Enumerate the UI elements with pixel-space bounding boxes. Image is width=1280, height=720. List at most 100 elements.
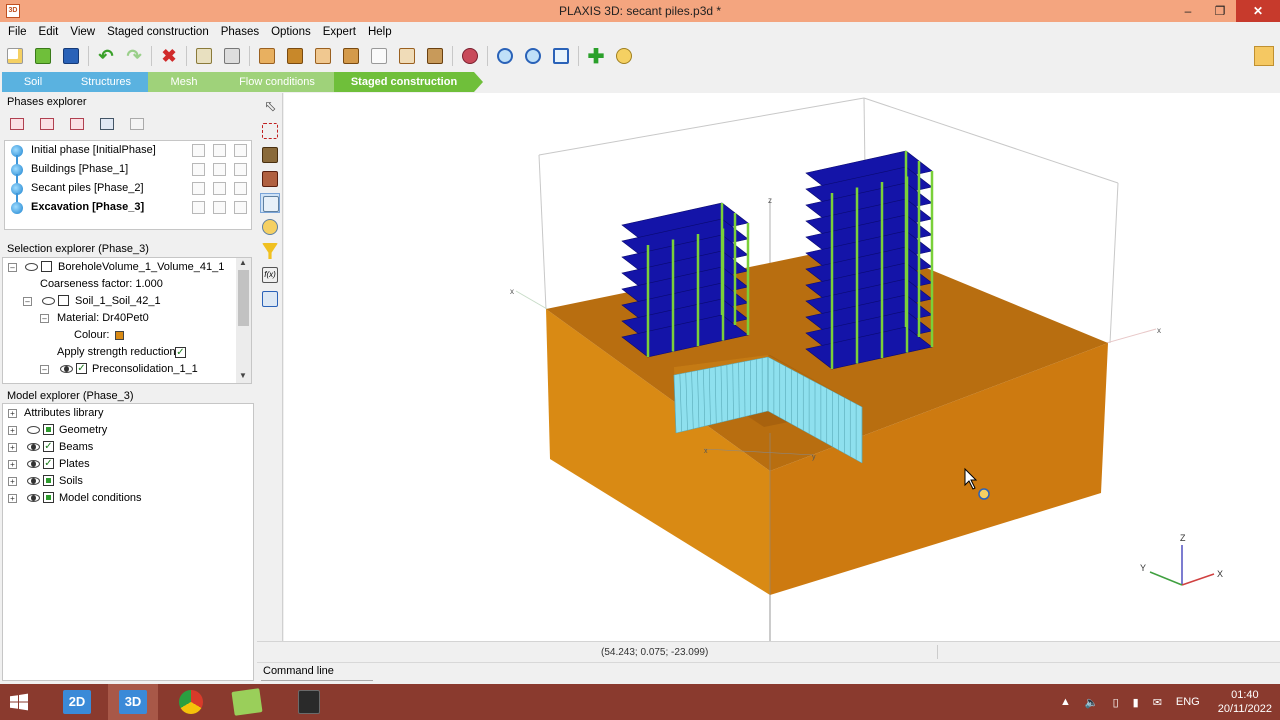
tree-row-preconsolidation[interactable]: – ✓ Preconsolidation_1_1	[3, 361, 238, 378]
open-project-button[interactable]	[32, 45, 54, 67]
building-right[interactable]	[805, 150, 934, 370]
hint-lightbulb-icon[interactable]	[978, 488, 990, 500]
command-line-panel[interactable]: Command line	[257, 662, 1280, 683]
speaker-icon[interactable]: 🔈	[1085, 696, 1099, 709]
select-checkbox[interactable]: ✓	[76, 363, 87, 374]
visibility-eye-icon[interactable]	[27, 460, 40, 468]
tab-soil[interactable]: Soil	[2, 72, 73, 92]
menu-phases[interactable]: Phases	[215, 22, 265, 42]
menu-options[interactable]: Options	[265, 22, 317, 42]
expand-toggle[interactable]: +	[8, 443, 17, 452]
loading-type-icon[interactable]	[213, 201, 226, 214]
zoom-out-button[interactable]	[522, 45, 544, 67]
report-button[interactable]	[193, 45, 215, 67]
redo-button[interactable]: ↷	[123, 45, 145, 67]
view-button-7[interactable]	[424, 45, 446, 67]
view-button-1[interactable]	[256, 45, 278, 67]
view-button-4[interactable]	[340, 45, 362, 67]
taskbar-plaxis-2d[interactable]: 2D	[52, 684, 102, 720]
phase-item-buildings[interactable]: Buildings [Phase_1]	[5, 160, 251, 184]
visibility-eye-icon[interactable]	[27, 494, 40, 502]
colour-swatch[interactable]	[115, 331, 124, 340]
pore-pressure-icon[interactable]	[234, 144, 247, 157]
strength-reduction-checkbox[interactable]: ✓	[175, 347, 186, 358]
hint-button[interactable]	[613, 45, 635, 67]
dwg-export-icon[interactable]	[1254, 46, 1274, 66]
menu-view[interactable]: View	[64, 22, 101, 42]
expand-toggle[interactable]: +	[8, 494, 17, 503]
visibility-eye-icon[interactable]	[27, 426, 40, 434]
select-checkbox[interactable]: ✓	[43, 458, 54, 469]
rubber-band-select-button[interactable]	[260, 121, 280, 141]
taskbar-plaxis-3d[interactable]: 3D	[108, 684, 158, 720]
expand-toggle[interactable]: +	[8, 409, 17, 418]
visibility-eye-icon[interactable]	[42, 297, 55, 305]
select-checkbox[interactable]	[43, 475, 54, 486]
selection-scrollbar[interactable]: ▲ ▼	[236, 258, 251, 383]
expand-toggle[interactable]: +	[8, 477, 17, 486]
building-left[interactable]	[621, 202, 750, 358]
3d-viewport[interactable]: z x x x y Z X Y	[284, 93, 1280, 641]
filter-button[interactable]	[260, 241, 280, 261]
collapse-toggle[interactable]: –	[40, 314, 49, 323]
menu-staged-construction[interactable]: Staged construction	[101, 22, 215, 42]
phase-item-excavation[interactable]: Excavation [Phase_3]	[5, 198, 251, 217]
calc-type-icon[interactable]	[192, 163, 205, 176]
select-tool-button[interactable]: ⬁	[260, 97, 280, 117]
show-info-button[interactable]	[260, 217, 280, 237]
calc-type-icon[interactable]	[192, 144, 205, 157]
battery-icon[interactable]: ▮	[1133, 696, 1139, 709]
clock[interactable]: 01:40 20/11/2022	[1218, 688, 1272, 716]
model-canvas[interactable]: z x x x y Z X Y	[284, 93, 1280, 641]
zoom-in-button[interactable]	[494, 45, 516, 67]
collapse-toggle[interactable]: –	[8, 263, 17, 272]
new-project-button[interactable]	[4, 45, 26, 67]
taskbar-notes[interactable]	[222, 684, 272, 720]
minimize-button[interactable]: –	[1172, 0, 1204, 22]
menu-file[interactable]: File	[2, 22, 33, 42]
view-button-5[interactable]	[368, 45, 390, 67]
zoom-extents-button[interactable]	[550, 45, 572, 67]
language-indicator[interactable]: ENG	[1176, 696, 1200, 708]
select-checkbox[interactable]	[41, 261, 52, 272]
network-signal-icon[interactable]: ▯	[1113, 696, 1119, 709]
collapse-toggle[interactable]: –	[23, 297, 32, 306]
insert-phase-button[interactable]	[36, 114, 58, 134]
windows-start-icon[interactable]	[8, 692, 38, 712]
visibility-eye-icon[interactable]	[60, 365, 73, 373]
tree-row-borehole-volume[interactable]: – BoreholeVolume_1_Volume_41_1	[3, 259, 238, 276]
taskbar-video[interactable]	[284, 684, 334, 720]
function-button[interactable]: f(x)	[260, 265, 280, 285]
notification-icon[interactable]: ✉	[1153, 696, 1162, 709]
view-button-3[interactable]	[312, 45, 334, 67]
pore-pressure-icon[interactable]	[234, 201, 247, 214]
expand-toggle[interactable]: +	[8, 426, 17, 435]
tree-row-soils[interactable]: + Soils	[3, 473, 243, 490]
show-areas-button[interactable]	[260, 169, 280, 189]
loading-type-icon[interactable]	[213, 144, 226, 157]
restore-button[interactable]: ❐	[1204, 0, 1236, 22]
taskbar-chrome[interactable]	[166, 684, 216, 720]
pore-pressure-icon[interactable]	[234, 182, 247, 195]
visibility-eye-icon[interactable]	[27, 477, 40, 485]
visibility-eye-icon[interactable]	[25, 263, 38, 271]
loading-type-icon[interactable]	[213, 182, 226, 195]
tab-staged-construction[interactable]: Staged construction	[334, 72, 483, 92]
print-button[interactable]	[221, 45, 243, 67]
add-phase-button[interactable]	[6, 114, 28, 134]
undo-button[interactable]: ↶	[95, 45, 117, 67]
loading-type-icon[interactable]	[213, 163, 226, 176]
scroll-down-icon[interactable]: ▼	[239, 371, 247, 380]
delete-phase-button[interactable]	[66, 114, 88, 134]
scroll-up-icon[interactable]: ▲	[239, 258, 247, 267]
view-button-2[interactable]	[284, 45, 306, 67]
tree-row-geometry[interactable]: + Geometry	[3, 422, 243, 439]
tree-row-material[interactable]: – Material: Dr40Pet0	[3, 310, 238, 327]
tab-flow-conditions[interactable]: Flow conditions	[216, 72, 347, 92]
tree-row-soil[interactable]: – Soil_1_Soil_42_1	[3, 293, 238, 310]
tree-row-beams[interactable]: + ✓ Beams	[3, 439, 243, 456]
menu-expert[interactable]: Expert	[317, 22, 362, 42]
menu-help[interactable]: Help	[362, 22, 398, 42]
edit-phase-button[interactable]	[96, 114, 118, 134]
phase-item-initial[interactable]: Initial phase [InitialPhase]	[5, 141, 251, 165]
